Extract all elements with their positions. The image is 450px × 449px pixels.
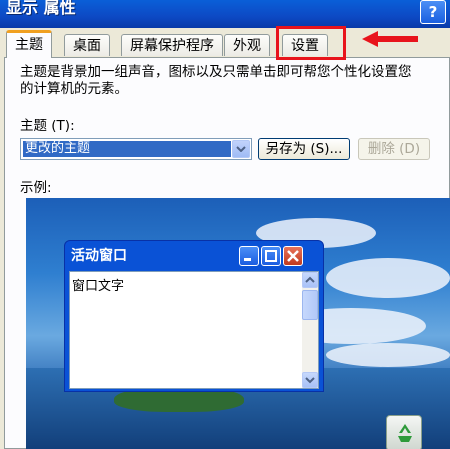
close-icon — [283, 246, 303, 266]
dropdown-arrow-icon[interactable] — [232, 140, 250, 158]
tab-desktop[interactable]: 桌面 — [64, 34, 110, 56]
scroll-thumb — [302, 290, 318, 320]
tab-screensaver[interactable]: 屏幕保护程序 — [121, 34, 223, 56]
cloud — [326, 258, 450, 298]
save-as-button[interactable]: 另存为 (S)... — [258, 138, 350, 160]
window-text: 窗口文字 — [72, 279, 125, 294]
scroll-down-icon — [302, 372, 318, 388]
maximize-icon — [261, 246, 281, 266]
theme-description: 主题是背景加一组声音，图标以及只需单击即可帮您个性化设置您的计算机的元素。 — [20, 64, 412, 97]
theme-select[interactable]: 更改的主题 — [20, 138, 252, 160]
vertical-scrollbar — [302, 272, 318, 388]
example-label: 示例: — [20, 180, 52, 196]
theme-label: 主题 (T): — [20, 118, 75, 134]
arrow-left-icon — [362, 31, 418, 47]
tab-appearance[interactable]: 外观 — [224, 34, 270, 56]
recycle-bin-icon[interactable] — [386, 415, 422, 449]
window-title: 显示 属性 — [6, 0, 76, 17]
minimize-icon — [239, 246, 259, 266]
cloud — [326, 343, 450, 367]
tab-themes[interactable]: 主题 — [6, 30, 52, 58]
help-icon[interactable]: ? — [420, 0, 446, 24]
title-bar: 显示 属性 ? — [0, 0, 450, 28]
delete-button: 删除 (D) — [358, 138, 430, 160]
scroll-up-icon — [302, 272, 318, 288]
theme-select-value: 更改的主题 — [23, 141, 231, 157]
settings-tab-highlight — [276, 26, 346, 60]
active-window-preview: 活动窗口 窗口文字 — [64, 240, 324, 392]
active-window-body: 窗口文字 — [69, 271, 319, 389]
active-window-title: 活动窗口 — [71, 248, 127, 264]
